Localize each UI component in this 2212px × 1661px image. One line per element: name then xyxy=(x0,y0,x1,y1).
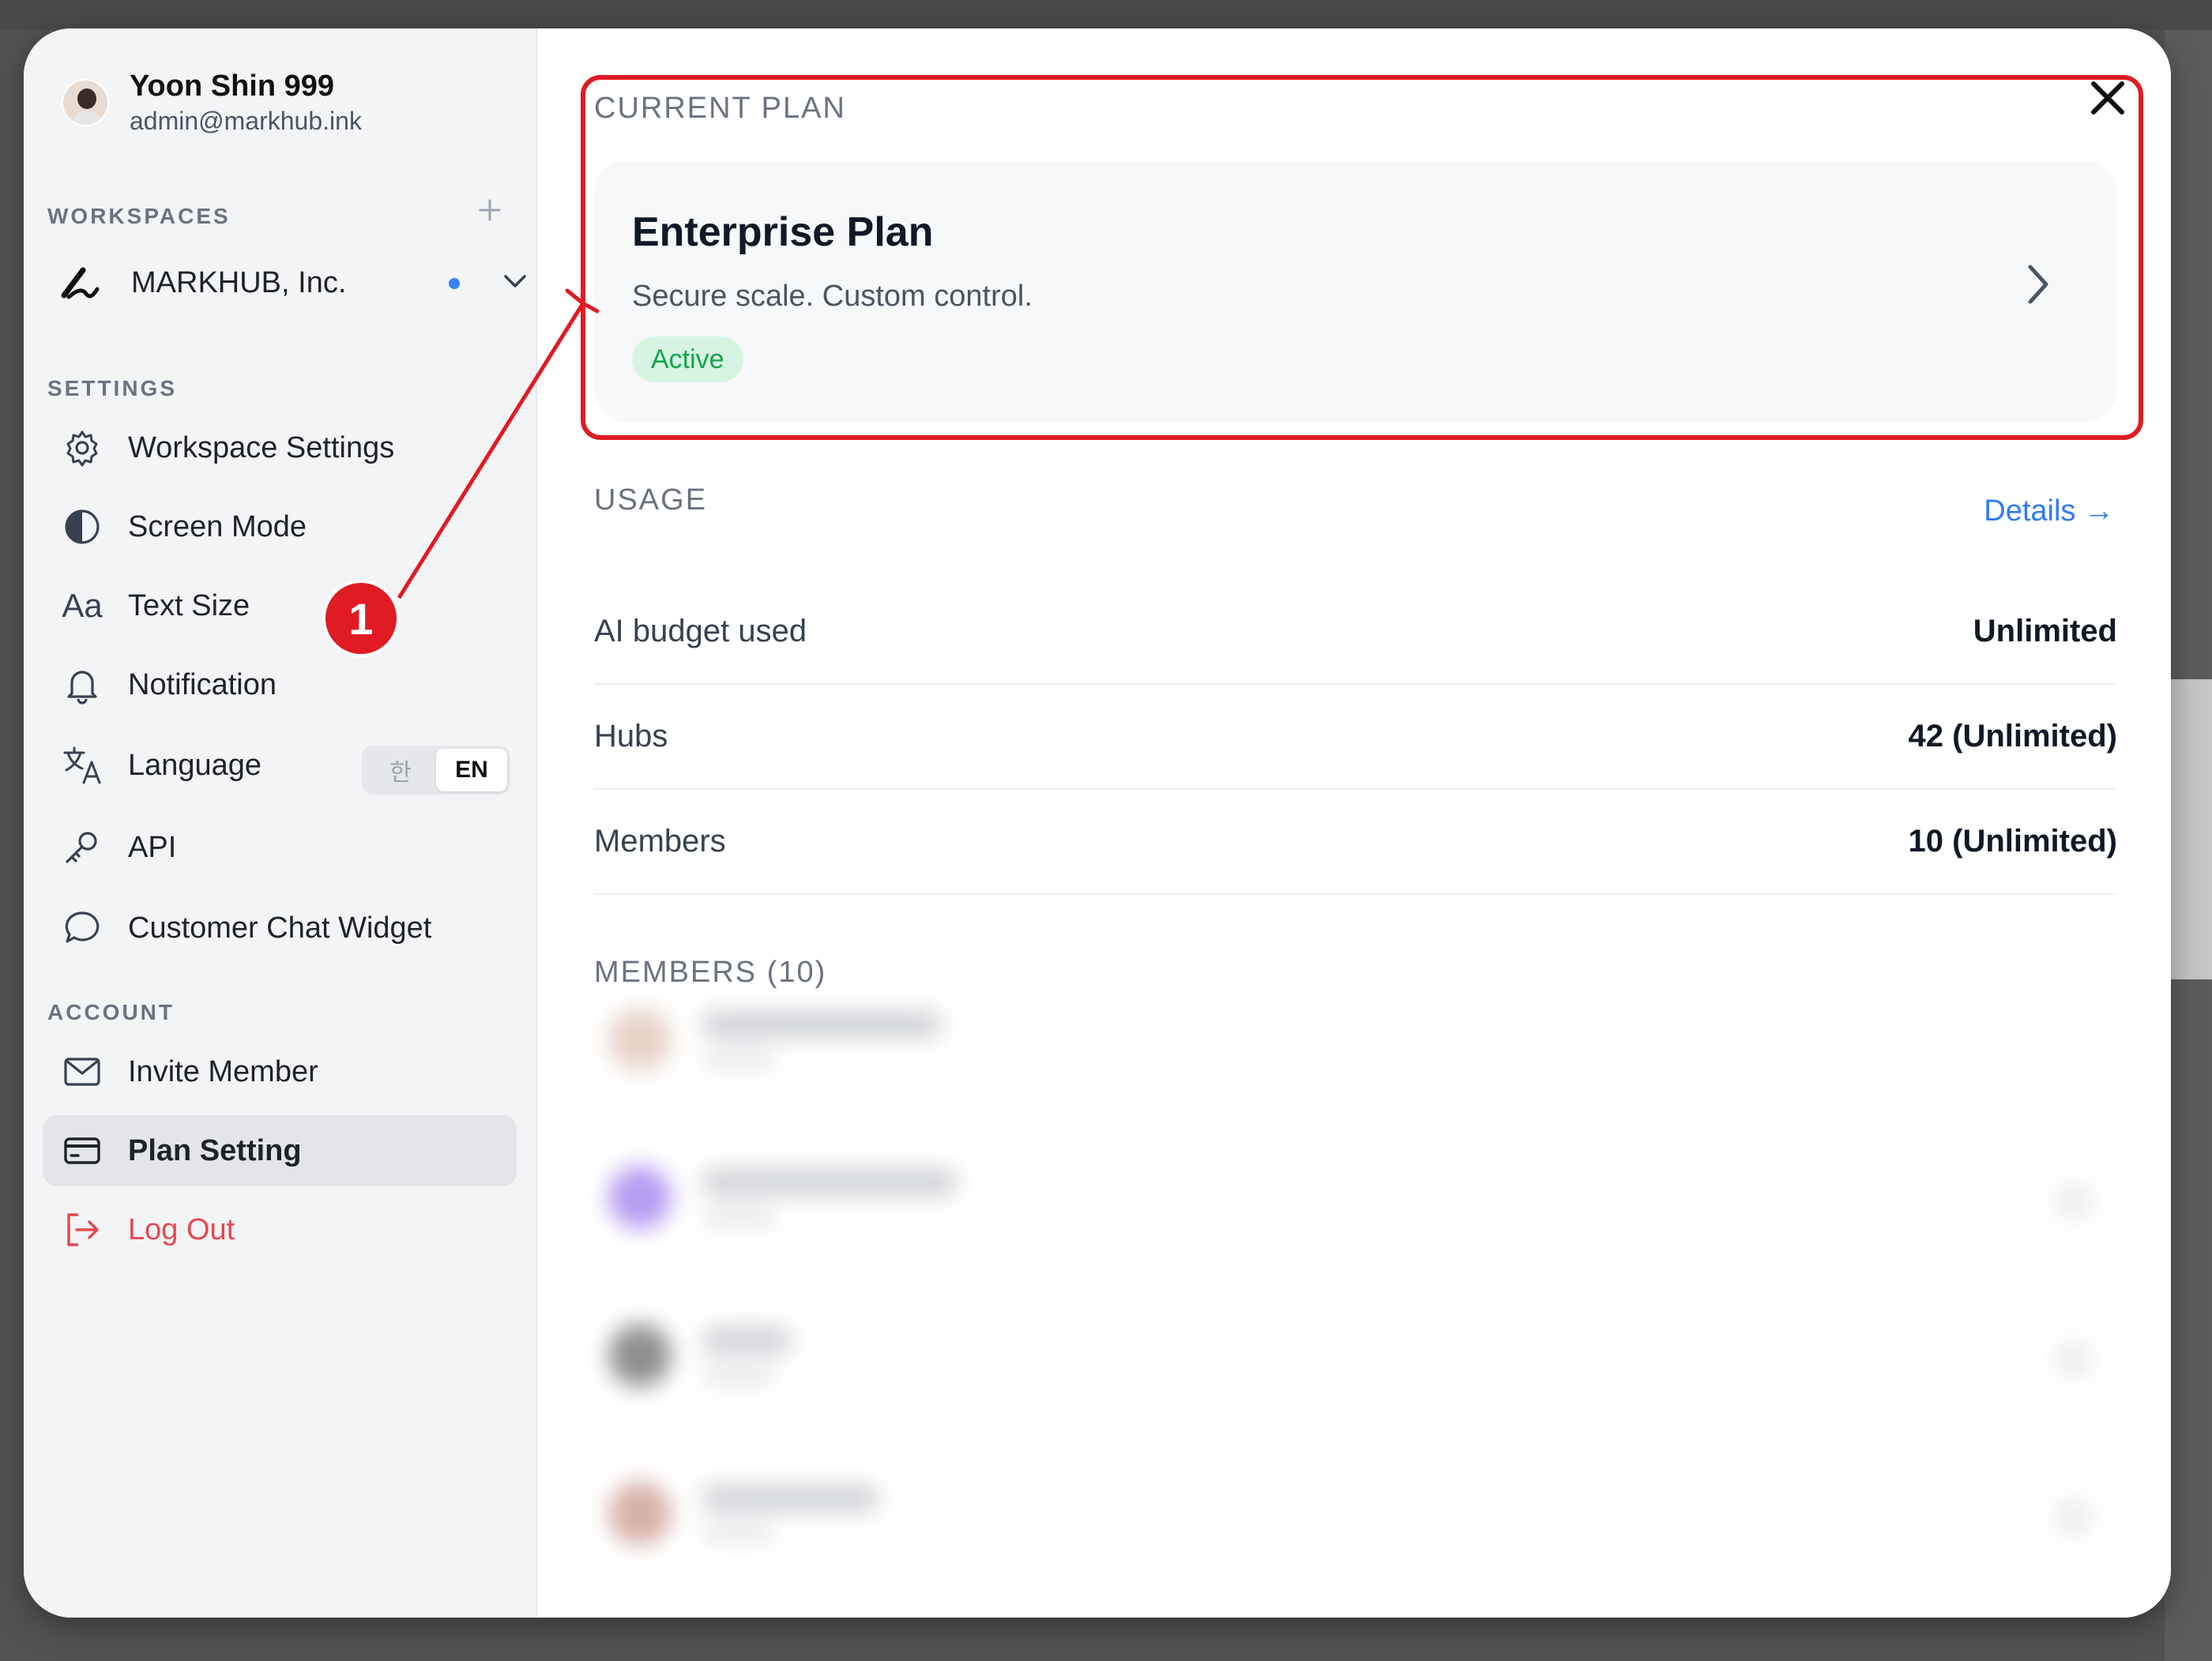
envelope-icon xyxy=(60,1050,104,1094)
plan-subtitle: Secure scale. Custom control. xyxy=(632,280,1033,313)
account-section-label: ACCOUNT xyxy=(47,1000,175,1024)
nav-plan-setting[interactable]: Plan Setting xyxy=(43,1115,517,1186)
nav-language: Language 한 EN xyxy=(43,730,517,801)
usage-label-text: AI budget used xyxy=(594,614,807,648)
close-icon[interactable] xyxy=(2086,76,2130,120)
settings-section-label: SETTINGS xyxy=(47,376,178,400)
workspace-switcher[interactable]: MARKHUB, Inc. xyxy=(58,257,532,308)
nav-log-out[interactable]: Log Out xyxy=(43,1194,517,1265)
gear-icon xyxy=(60,426,104,470)
usage-value: Unlimited xyxy=(1973,614,2117,648)
nav-label: Workspace Settings xyxy=(128,430,395,464)
list-item xyxy=(608,1308,2109,1403)
nav-label: Plan Setting xyxy=(128,1133,302,1167)
add-workspace-icon[interactable] xyxy=(478,194,502,230)
workspaces-section-label: WORKSPACES xyxy=(47,204,231,228)
language-toggle[interactable]: 한 EN xyxy=(362,746,510,795)
workspace-name: MARKHUB, Inc. xyxy=(131,265,347,299)
list-item xyxy=(608,1150,2109,1245)
plan-title: Enterprise Plan xyxy=(632,209,934,255)
text-size-icon: Aa xyxy=(62,587,103,624)
nav-label: Language xyxy=(128,748,262,782)
usage-label-text: Hubs xyxy=(594,719,668,753)
logout-icon xyxy=(60,1208,104,1252)
language-option-korean[interactable]: 한 xyxy=(365,749,436,791)
details-link[interactable]: Details → xyxy=(1984,494,2114,528)
settings-modal: Yoon Shin 999 admin@markhub.ink WORKSPAC… xyxy=(24,28,2171,1618)
avatar xyxy=(62,79,109,126)
usage-row-members: Members 10 (Unlimited) xyxy=(594,790,2117,895)
nav-customer-chat-widget[interactable]: Customer Chat Widget xyxy=(43,893,517,964)
usage-value: 42 (Unlimited) xyxy=(1908,719,2117,753)
usage-value: 10 (Unlimited) xyxy=(1908,824,2117,859)
nav-label: Text Size xyxy=(128,588,250,622)
step-number-badge: 1 xyxy=(322,580,400,657)
unread-dot xyxy=(449,278,460,289)
nav-screen-mode[interactable]: Screen Mode xyxy=(43,491,517,562)
nav-label: Invite Member xyxy=(128,1054,318,1088)
nav-label: Log Out xyxy=(128,1212,235,1246)
plan-setting-panel: CURRENT PLAN Enterprise Plan Secure scal… xyxy=(537,28,2171,1618)
language-option-english[interactable]: EN xyxy=(436,749,507,791)
profile-email: admin@markhub.ink xyxy=(130,107,362,135)
chevron-right-icon[interactable] xyxy=(2022,262,2054,310)
key-icon xyxy=(60,825,104,870)
background-top-strip xyxy=(0,0,2212,30)
members-list-redacted xyxy=(608,992,2109,1618)
nav-label: API xyxy=(128,830,177,864)
nav-label: Customer Chat Widget xyxy=(128,911,432,945)
background-right-card xyxy=(2165,679,2212,979)
nav-notification[interactable]: Notification xyxy=(43,649,517,720)
nav-workspace-settings[interactable]: Workspace Settings xyxy=(43,412,517,483)
chevron-down-icon[interactable] xyxy=(501,267,529,299)
nav-invite-member[interactable]: Invite Member xyxy=(43,1036,517,1107)
nav-label: Screen Mode xyxy=(128,509,307,543)
nav-text-size[interactable]: Aa Text Size xyxy=(43,570,517,641)
list-item xyxy=(608,992,2109,1087)
translate-icon xyxy=(60,743,104,787)
members-label: MEMBERS (10) xyxy=(594,956,827,989)
settings-sidebar: Yoon Shin 999 admin@markhub.ink WORKSPAC… xyxy=(24,28,537,1618)
usage-row-hubs: Hubs 42 (Unlimited) xyxy=(594,685,2117,790)
credit-card-icon xyxy=(60,1129,104,1173)
user-profile: Yoon Shin 999 admin@markhub.ink xyxy=(62,70,362,136)
current-plan-label: CURRENT PLAN xyxy=(594,92,846,125)
status-badge: Active xyxy=(632,336,743,382)
chat-bubble-icon xyxy=(60,906,104,950)
list-item xyxy=(608,1466,2109,1561)
usage-row-ai-budget: AI budget used Unlimited xyxy=(594,580,2117,685)
nav-api[interactable]: API xyxy=(43,812,517,883)
plan-card[interactable]: Enterprise Plan Secure scale. Custom con… xyxy=(594,161,2117,422)
workspace-logo-icon xyxy=(58,261,103,305)
usage-label-text: Members xyxy=(594,824,726,859)
bell-icon xyxy=(60,663,104,707)
nav-label: Notification xyxy=(128,667,276,701)
contrast-icon xyxy=(60,505,104,549)
profile-name: Yoon Shin 999 xyxy=(130,70,335,103)
usage-label: USAGE xyxy=(594,483,708,517)
